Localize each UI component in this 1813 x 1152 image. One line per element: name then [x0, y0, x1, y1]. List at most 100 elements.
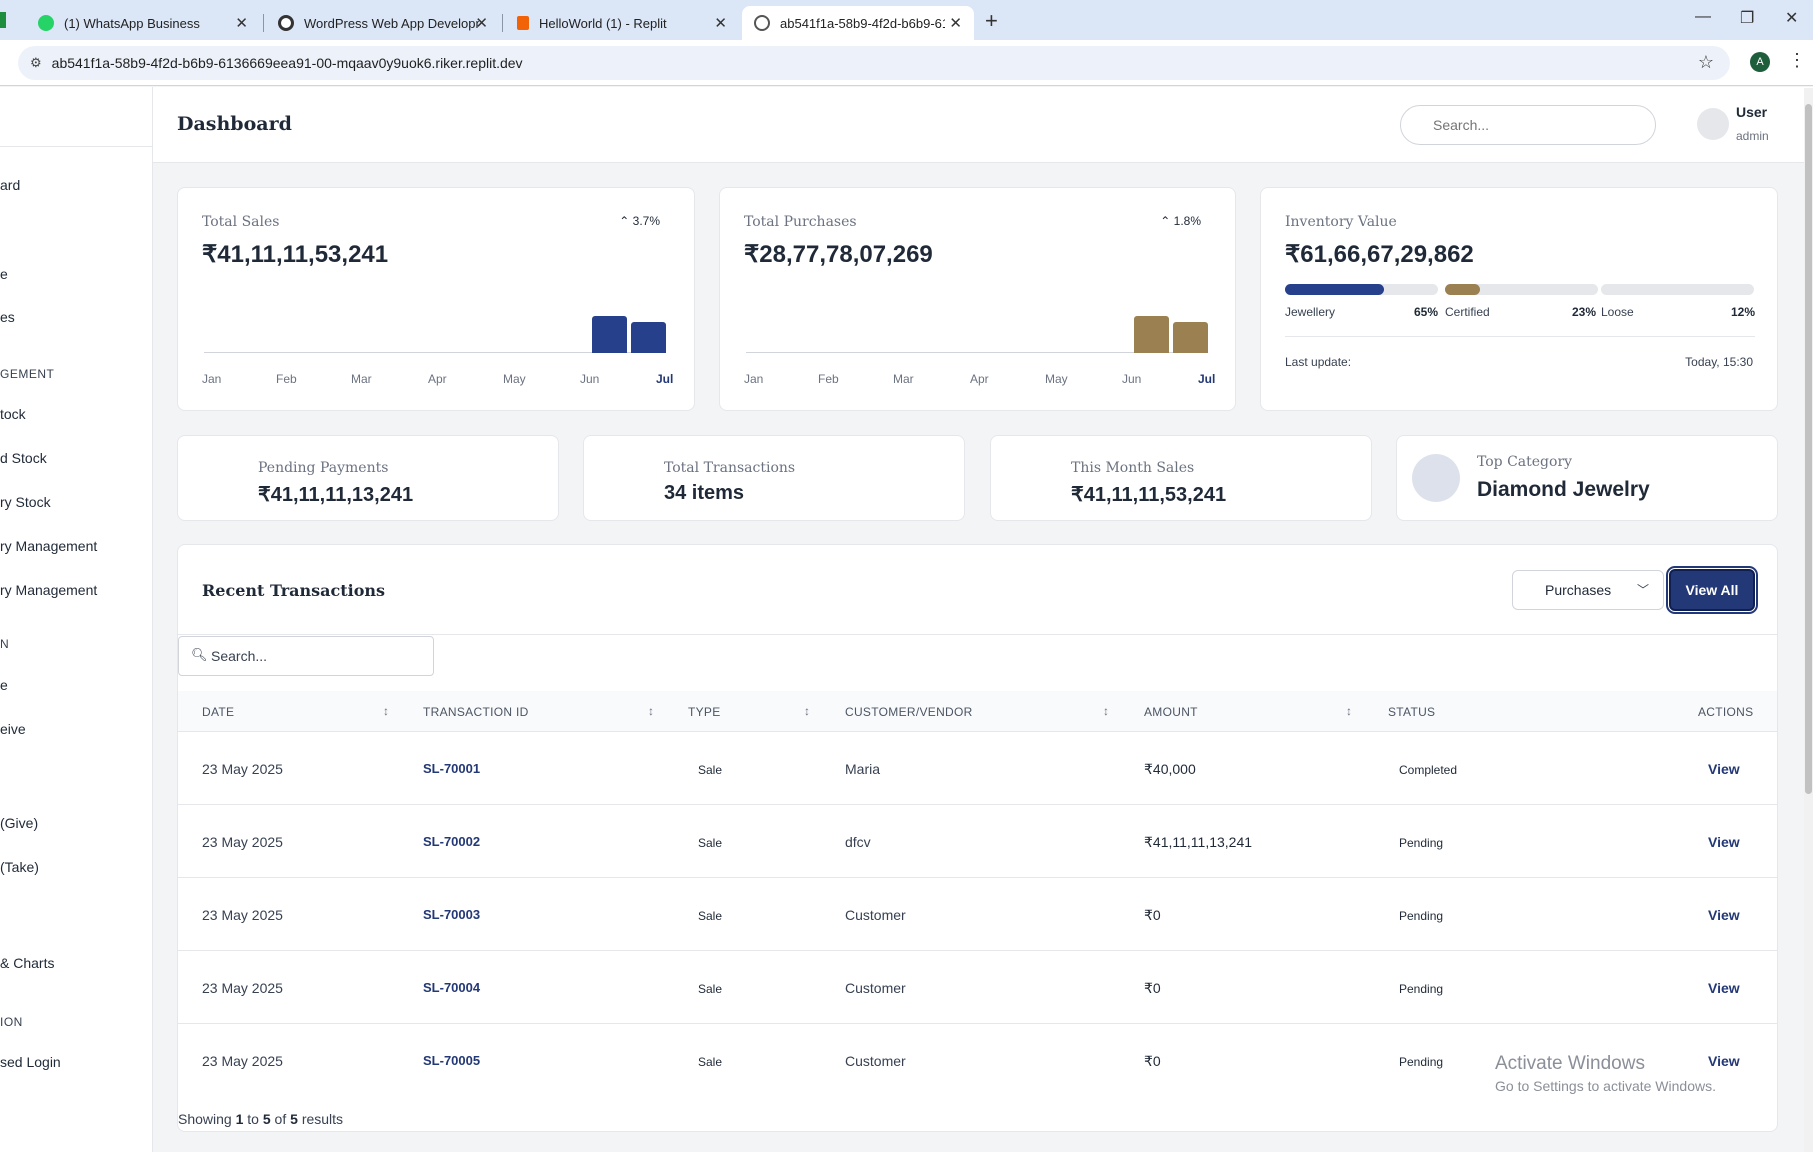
- sidebar-item-login[interactable]: sed Login: [0, 1054, 61, 1070]
- url-field[interactable]: ⚙ ab541f1a-58b9-4f2d-b6b9-6136669eea91-0…: [18, 46, 1730, 80]
- filter-value: Purchases: [1545, 582, 1612, 598]
- status-badge: Pending: [1399, 982, 1444, 996]
- sidebar-item-management[interactable]: ry Management: [0, 582, 97, 598]
- page-title: Dashboard: [177, 113, 292, 135]
- view-link[interactable]: View: [1708, 980, 1740, 996]
- trend-up-icon: ⌃: [1160, 214, 1174, 228]
- view-link[interactable]: View: [1708, 761, 1740, 777]
- trend-up-icon: ⌃: [619, 214, 633, 228]
- month-label-active: Jul: [656, 372, 674, 386]
- month-label: Feb: [276, 372, 297, 386]
- cell-transaction-id[interactable]: SL-70001: [423, 761, 480, 776]
- table-search-input[interactable]: 🔍︎ Search...: [178, 636, 434, 676]
- column-header-id[interactable]: TRANSACTION ID: [423, 705, 529, 719]
- this-month-sales-card: This Month Sales ₹41,11,11,53,241: [990, 435, 1372, 521]
- stat-value: Diamond Jewelry: [1477, 478, 1650, 501]
- sort-icon[interactable]: ↕: [1346, 704, 1352, 718]
- month-label: Jan: [744, 372, 764, 386]
- sidebar-item-receive[interactable]: eive: [0, 721, 26, 737]
- table-row: 23 May 2025 SL-70002 Sale dfcv ₹41,11,11…: [178, 804, 1777, 877]
- segment-label: Jewellery: [1285, 305, 1336, 319]
- close-icon[interactable]: ✕: [714, 14, 727, 32]
- view-link[interactable]: View: [1708, 907, 1740, 923]
- browser-menu-icon[interactable]: ⋮: [1788, 50, 1806, 71]
- scrollbar-thumb[interactable]: [1805, 104, 1812, 794]
- sort-icon[interactable]: ↕: [804, 704, 810, 718]
- purchases-bar-jul: [1173, 322, 1208, 353]
- tab-replit[interactable]: HelloWorld (1) - Replit ✕: [505, 6, 739, 40]
- sort-icon[interactable]: ↕: [648, 704, 654, 718]
- cell-transaction-id[interactable]: SL-70004: [423, 980, 480, 995]
- cell-party: Customer: [845, 907, 906, 923]
- sort-icon[interactable]: ↕: [383, 704, 389, 718]
- last-update-label: Last update:: [1285, 355, 1352, 369]
- sidebar-item-give[interactable]: (Give): [0, 815, 38, 831]
- total-purchases-card: Total Purchases ₹28,77,78,07,269 ⌃ 1.8% …: [719, 187, 1236, 411]
- column-header-date[interactable]: DATE: [202, 705, 234, 719]
- showing-to-word: to: [247, 1111, 259, 1127]
- bookmark-star-icon[interactable]: ☆: [1698, 52, 1714, 73]
- site-info-icon[interactable]: ⚙: [30, 55, 42, 71]
- last-update-value: Today, 15:30: [1685, 355, 1753, 369]
- restore-icon[interactable]: ❐: [1740, 8, 1754, 28]
- cell-transaction-id[interactable]: SL-70005: [423, 1053, 480, 1068]
- close-icon[interactable]: ✕: [475, 14, 488, 32]
- globe-icon: [754, 15, 770, 31]
- close-window-icon[interactable]: ✕: [1785, 8, 1798, 28]
- sidebar-item[interactable]: es: [0, 309, 15, 325]
- tab-whatsapp[interactable]: (1) WhatsApp Business ✕: [26, 6, 260, 40]
- sidebar-item-stock[interactable]: tock: [0, 406, 26, 422]
- cell-type: Sale: [698, 909, 723, 923]
- user-role: admin: [1736, 129, 1769, 143]
- url-text: ab541f1a-58b9-4f2d-b6b9-6136669eea91-00-…: [51, 55, 523, 71]
- view-all-button[interactable]: View All: [1666, 566, 1758, 614]
- tab-wordpress[interactable]: WordPress Web App Developm ✕: [266, 6, 500, 40]
- transaction-filter-select[interactable]: Purchases ﹀: [1512, 570, 1664, 610]
- sidebar-item[interactable]: e: [0, 677, 8, 693]
- sidebar-item-charts[interactable]: & Charts: [0, 955, 54, 971]
- column-header-amount[interactable]: AMOUNT: [1144, 705, 1198, 719]
- chevron-down-icon: ﹀: [1636, 583, 1649, 597]
- stat-label: Total Transactions: [664, 460, 796, 476]
- divider: [178, 634, 1777, 635]
- sort-icon[interactable]: ↕: [1103, 704, 1109, 718]
- cell-amount: ₹0: [1144, 980, 1161, 996]
- sidebar-item-dashboard[interactable]: ard: [0, 177, 20, 193]
- cell-transaction-id[interactable]: SL-70002: [423, 834, 480, 849]
- new-tab-icon[interactable]: +: [985, 8, 998, 34]
- sidebar-item[interactable]: e: [0, 266, 8, 282]
- showing-to: 5: [262, 1111, 271, 1127]
- sidebar-section-management: GEMENT: [0, 367, 55, 381]
- month-label: Apr: [970, 372, 989, 386]
- avatar[interactable]: [1697, 108, 1729, 140]
- trend-value: 1.8%: [1173, 214, 1201, 228]
- cell-transaction-id[interactable]: SL-70003: [423, 907, 480, 922]
- sidebar-item-take[interactable]: (Take): [0, 859, 39, 875]
- card-value: ₹41,11,11,53,241: [202, 241, 389, 268]
- top-category-card: Top Category Diamond Jewelry: [1396, 435, 1778, 521]
- column-header-type[interactable]: TYPE: [688, 705, 721, 719]
- month-label: Jun: [1122, 372, 1142, 386]
- profile-avatar[interactable]: A: [1750, 52, 1770, 72]
- sidebar-item-stock[interactable]: d Stock: [0, 450, 47, 466]
- segment-pct: 23%: [1572, 305, 1597, 319]
- view-link[interactable]: View: [1708, 1053, 1740, 1069]
- view-link[interactable]: View: [1708, 834, 1740, 850]
- close-icon[interactable]: ✕: [235, 14, 248, 32]
- divider: [1285, 336, 1755, 337]
- tab-dashboard-active[interactable]: ab541f1a-58b9-4f2d-b6b9-613 ✕: [742, 6, 974, 40]
- sidebar-item-stock[interactable]: ry Stock: [0, 494, 51, 510]
- sidebar-item-management[interactable]: ry Management: [0, 538, 97, 554]
- minimize-icon[interactable]: —: [1695, 8, 1711, 26]
- search-input[interactable]: [1400, 105, 1656, 145]
- close-icon[interactable]: ✕: [949, 14, 962, 32]
- trend-indicator: ⌃ 1.8%: [1160, 214, 1201, 228]
- status-badge: Completed: [1399, 763, 1458, 777]
- column-header-party[interactable]: CUSTOMER/VENDOR: [845, 705, 973, 719]
- stat-value: ₹41,11,11,53,241: [1071, 484, 1227, 506]
- table-row: 23 May 2025 SL-70003 Sale Customer ₹0 Pe…: [178, 877, 1777, 950]
- cell-type: Sale: [698, 836, 723, 850]
- inventory-value-card: Inventory Value ₹61,66,67,29,862 Jewelle…: [1260, 187, 1778, 411]
- sidebar-logo-area: [0, 87, 152, 147]
- month-label: May: [1045, 372, 1068, 386]
